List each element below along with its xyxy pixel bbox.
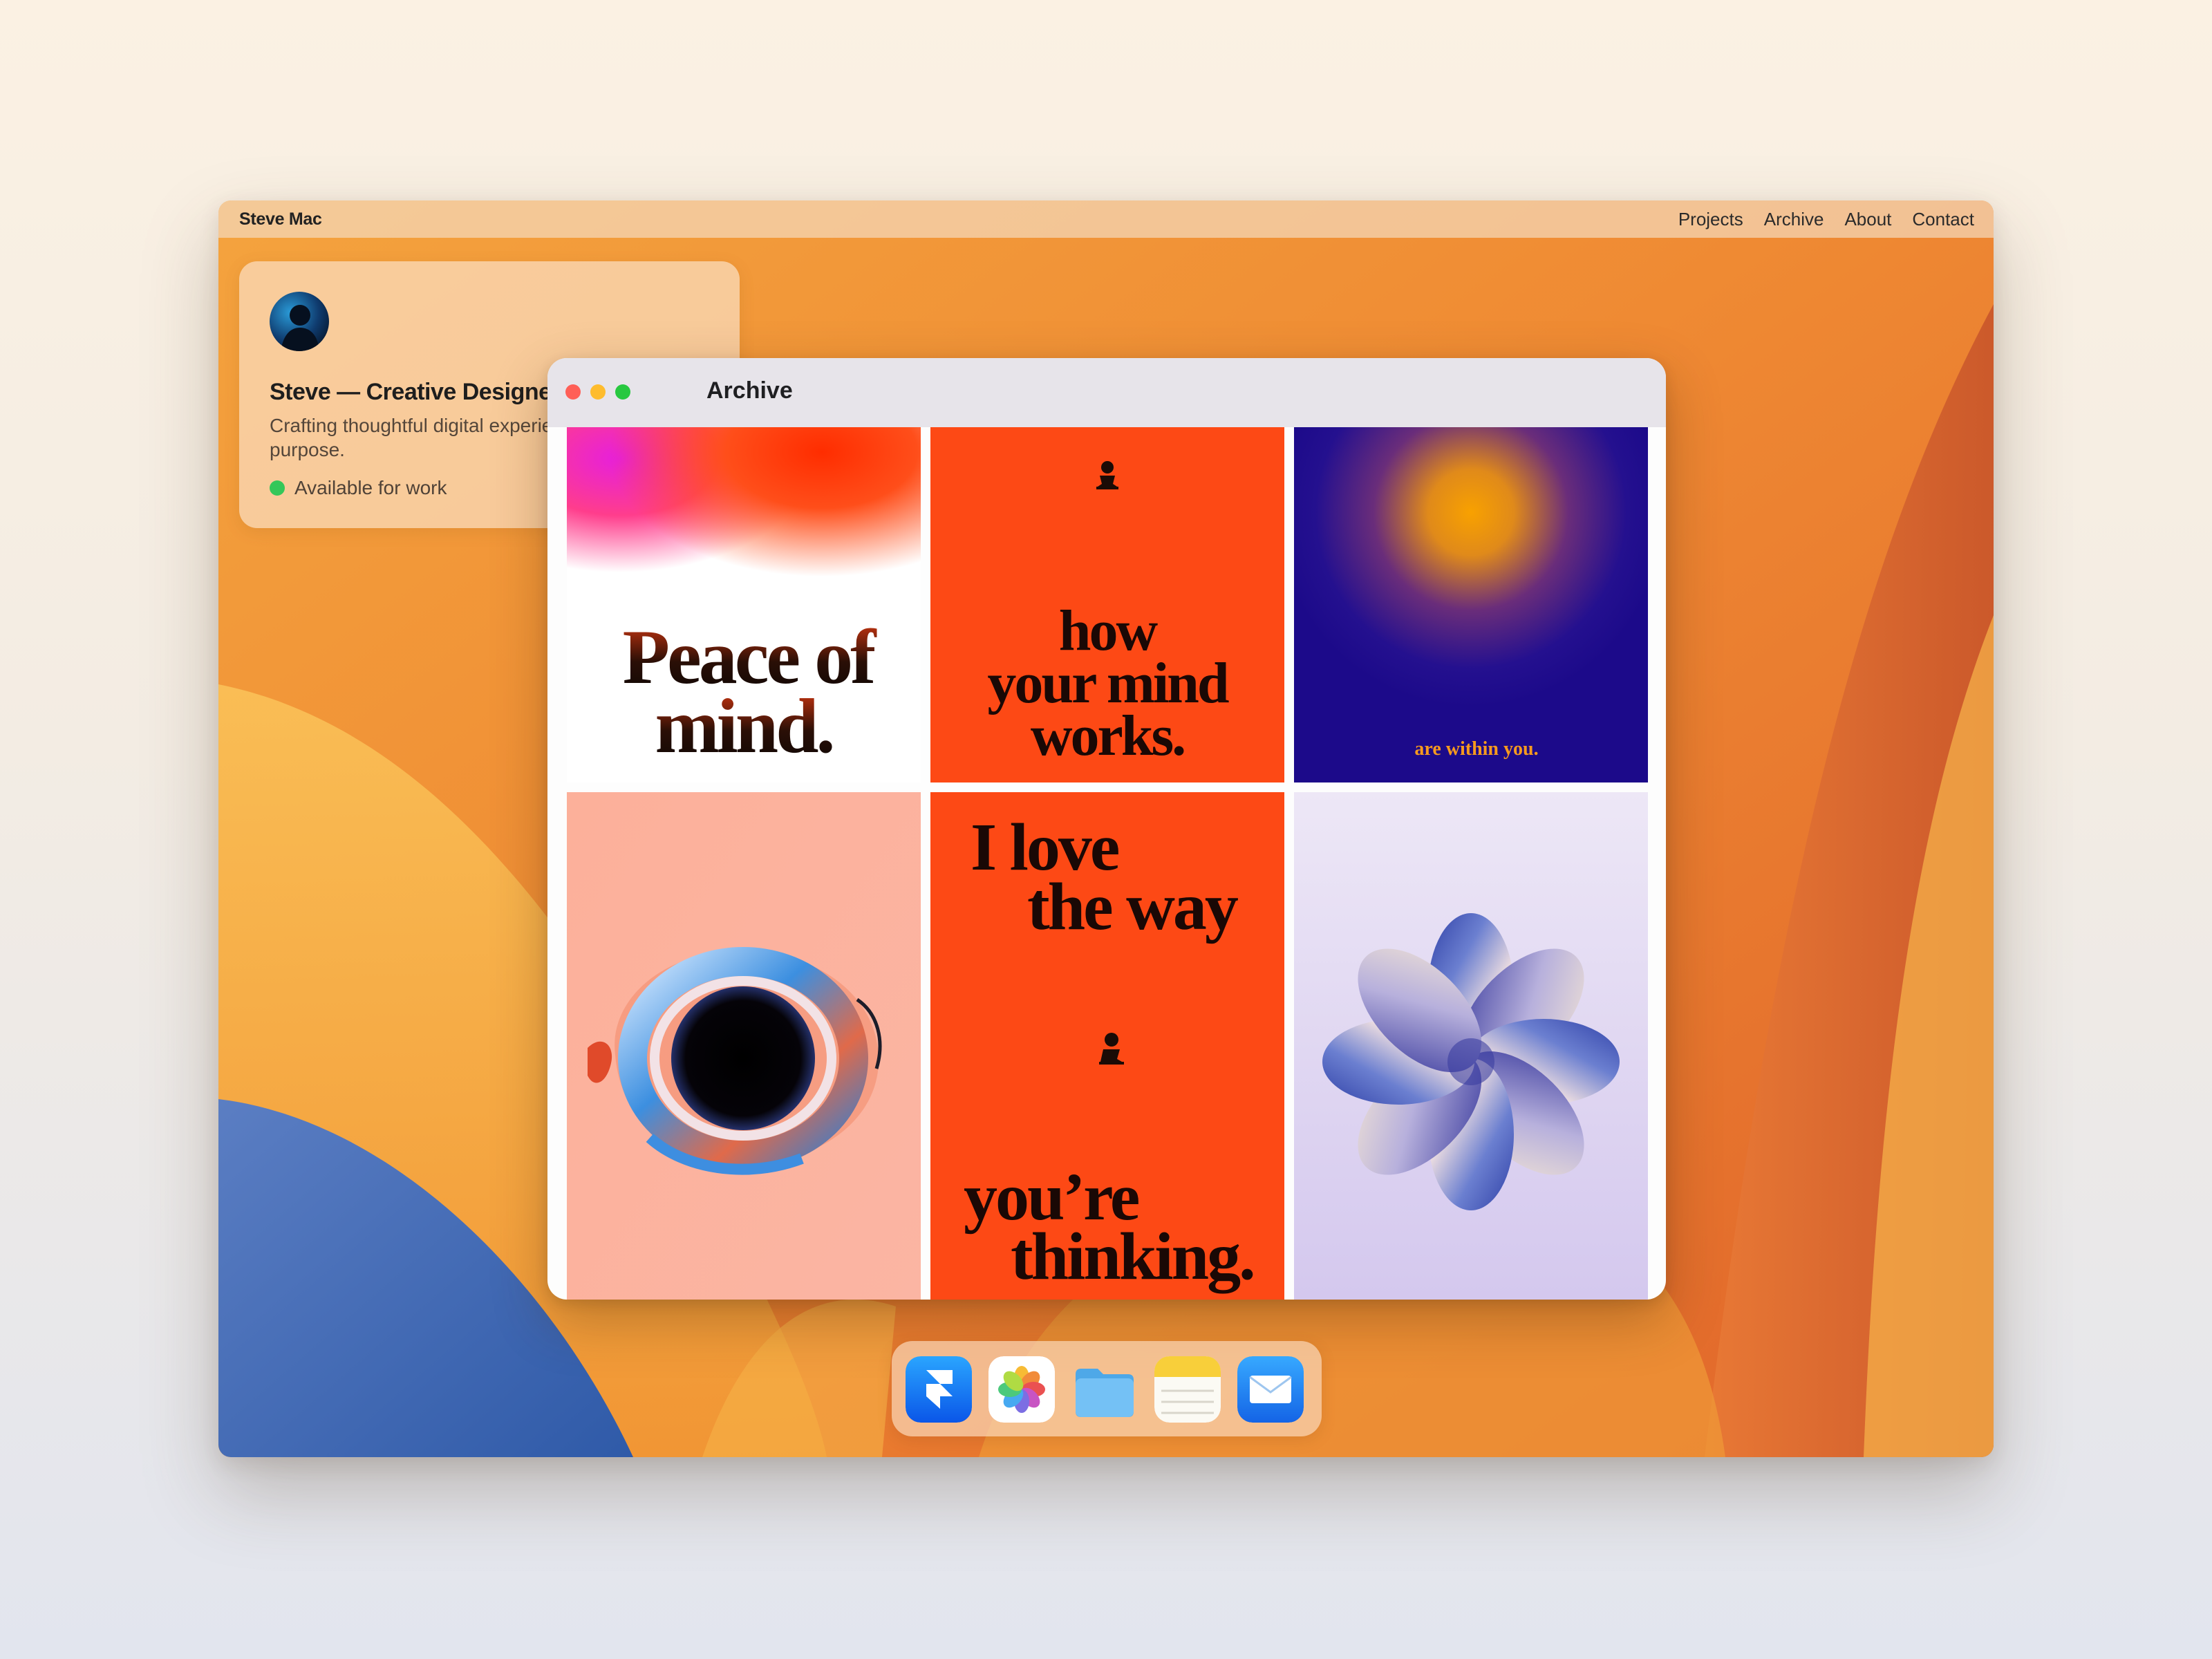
minimize-button[interactable] [590, 384, 606, 400]
tile-text: mind. [655, 684, 833, 769]
window-title: Archive [706, 377, 793, 404]
availability-status: Available for work [270, 477, 447, 499]
photos-icon[interactable] [988, 1356, 1055, 1423]
avatar [270, 292, 329, 351]
notes-icon[interactable] [1154, 1356, 1221, 1423]
archive-window: Archive Peace of mind. how your mind wor… [547, 358, 1666, 1300]
zoom-button[interactable] [615, 384, 630, 400]
tile-iridescent-flower[interactable] [1294, 792, 1648, 1300]
status-dot-icon [270, 480, 285, 496]
framer-icon[interactable] [906, 1356, 972, 1423]
tile-how-your-mind-works[interactable]: how your mind works. [930, 427, 1284, 782]
mail-icon[interactable] [1237, 1356, 1304, 1423]
menu-bar: Steve Mac Projects Archive About Contact [218, 200, 1994, 238]
tile-text: the way [1027, 870, 1239, 944]
tile-peace-of-mind[interactable]: Peace of mind. [567, 427, 921, 782]
close-button[interactable] [565, 384, 581, 400]
nav-about[interactable]: About [1844, 209, 1891, 230]
status-text: Available for work [294, 477, 447, 498]
desktop: Steve Mac Projects Archive About Contact [218, 200, 1994, 1457]
tile-text: thinking. [1011, 1219, 1254, 1294]
tile-text: works. [1031, 704, 1184, 768]
tile-are-within-you[interactable]: are within you. [1294, 427, 1648, 782]
nav-contact[interactable]: Contact [1912, 209, 1974, 230]
dock [892, 1341, 1322, 1436]
tile-i-love-the-way[interactable]: I love the way you’re thinking. [930, 792, 1284, 1300]
tile-dark-orb-swirl[interactable] [567, 792, 921, 1300]
nav-archive[interactable]: Archive [1764, 209, 1824, 230]
tile-text: are within you. [1414, 738, 1538, 760]
files-icon[interactable] [1071, 1356, 1138, 1423]
profile-title: Steve — Creative Designer [270, 379, 561, 405]
brand-name[interactable]: Steve Mac [239, 209, 322, 229]
top-navigation: Projects Archive About Contact [1678, 209, 1974, 230]
nav-projects[interactable]: Projects [1678, 209, 1743, 230]
window-titlebar[interactable]: Archive [547, 358, 1666, 427]
